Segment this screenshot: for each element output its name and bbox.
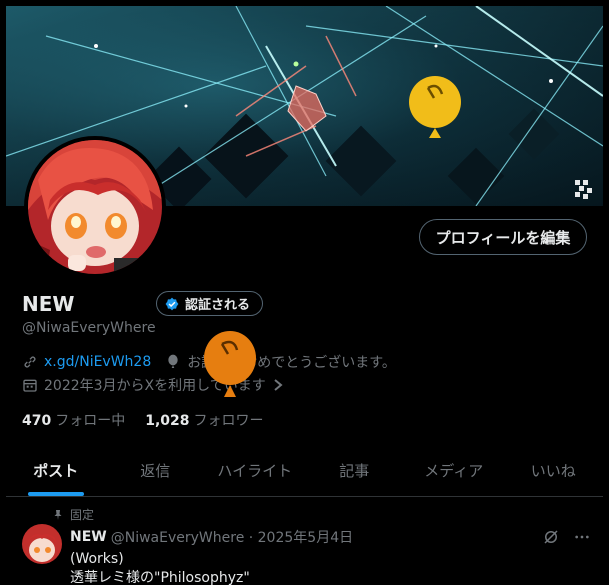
calendar-icon	[23, 379, 37, 392]
followers-label: フォロワー	[193, 413, 264, 429]
tab-likes[interactable]: いいね	[504, 445, 604, 496]
profile-link[interactable]: x.gd/NiEvWh28	[44, 354, 151, 370]
link-icon	[24, 356, 36, 368]
get-verified-button[interactable]: 認証される	[156, 291, 264, 316]
post-text-line: (Works)	[70, 551, 124, 567]
tab-label: ハイライト	[217, 462, 293, 480]
tab-articles[interactable]: 記事	[305, 445, 405, 496]
post-text-line: 透華レミ様の"Philosophyz"	[70, 570, 250, 585]
more-options-icon[interactable]	[574, 529, 590, 545]
pinned-indicator: 固定	[52, 506, 94, 523]
followers-count: 1,028	[145, 413, 190, 429]
verify-label: 認証される	[185, 298, 251, 313]
tab-label: 返信	[140, 462, 171, 480]
post-body[interactable]: (Works) 透華レミ様の"Philosophyz"	[70, 550, 250, 585]
post-tools	[542, 528, 590, 546]
edit-profile-button[interactable]: プロフィールを編集	[419, 219, 587, 255]
tab-media[interactable]: メディア	[404, 445, 504, 496]
post-handle-date[interactable]: @NiwaEveryWhere · 2025年5月4日	[111, 527, 353, 547]
verified-badge-icon	[165, 297, 179, 310]
balloon-orange-icon	[204, 331, 256, 397]
active-tab-indicator	[28, 492, 84, 496]
profile-tabs: ポスト 返信 ハイライト 記事 メディア いいね	[6, 445, 603, 497]
banner-top-edge	[6, 0, 603, 6]
grok-icon[interactable]	[542, 528, 560, 546]
following-label: フォロー中	[55, 413, 126, 429]
pin-icon	[54, 509, 62, 520]
tab-label: 記事	[339, 462, 370, 480]
post-author-name[interactable]: NEW	[70, 529, 107, 545]
tab-label: ポスト	[33, 462, 79, 480]
followers-link[interactable]: 1,028 フォロワー	[145, 410, 263, 430]
display-name: NEW	[22, 292, 75, 316]
profile-page: プロフィールを編集 NEW 認証される @NiwaEveryWhere x.gd…	[6, 0, 603, 585]
chevron-right-icon	[274, 379, 283, 391]
tab-highlights[interactable]: ハイライト	[205, 445, 305, 496]
balloon-birthday-icon	[168, 354, 178, 368]
post-avatar[interactable]	[22, 524, 62, 564]
avatar-image	[28, 140, 162, 274]
balloon-yellow-icon	[409, 76, 461, 138]
pinned-label: 固定	[70, 508, 95, 522]
post-header: NEW @NiwaEveryWhere · 2025年5月4日	[70, 527, 353, 547]
profile-handle: @NiwaEveryWhere	[22, 320, 156, 336]
tab-posts[interactable]: ポスト	[6, 445, 106, 496]
tab-label: メディア	[424, 462, 484, 480]
following-link[interactable]: 470 フォロー中	[22, 410, 125, 430]
tab-label: いいね	[530, 462, 576, 480]
follow-stats: 470 フォロー中 1,028 フォロワー	[22, 410, 264, 430]
post-avatar-image	[22, 524, 62, 564]
following-count: 470	[22, 413, 52, 429]
tab-replies[interactable]: 返信	[106, 445, 206, 496]
profile-avatar[interactable]	[24, 136, 166, 278]
